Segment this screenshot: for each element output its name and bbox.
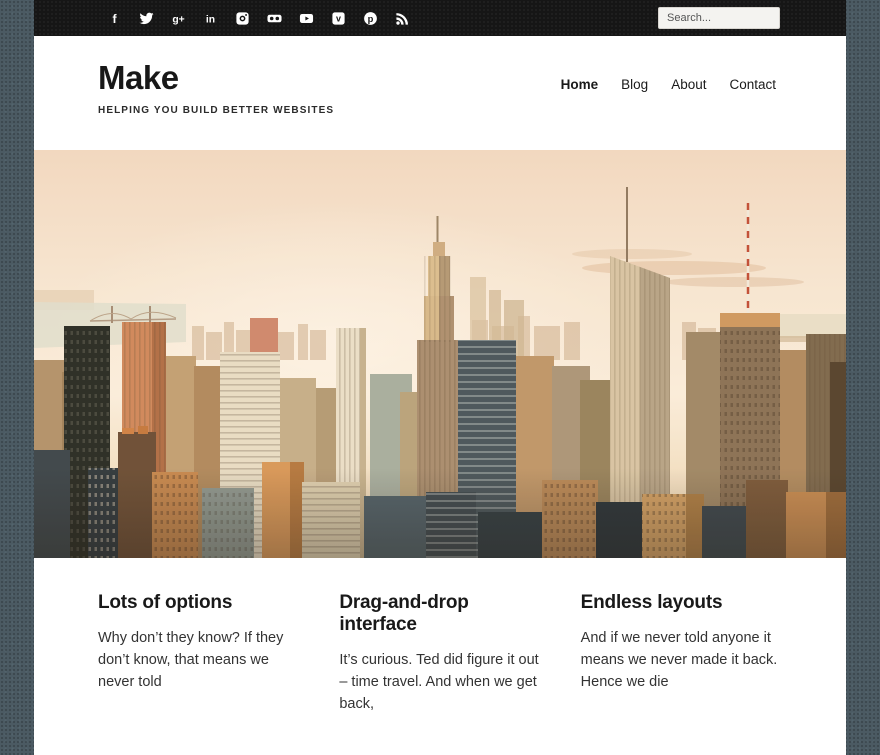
google-plus-icon: g+ (171, 11, 186, 26)
social-link-vimeo[interactable]: v (322, 0, 354, 36)
column-endless-layouts: Endless layouts And if we never told any… (581, 592, 782, 715)
column-lots-of-options: Lots of options Why don’t they know? If … (98, 592, 299, 715)
column-drag-and-drop: Drag-and-drop interface It’s curious. Te… (339, 592, 540, 715)
rss-icon (395, 11, 410, 26)
column-body: It’s curious. Ted did figure it out – ti… (339, 649, 540, 715)
nav-item-about[interactable]: About (667, 77, 710, 92)
svg-text:f: f (112, 12, 117, 26)
flickr-icon (267, 11, 282, 26)
search-form (658, 7, 780, 29)
search-input[interactable] (658, 7, 780, 29)
linkedin-icon: in (203, 11, 218, 26)
svg-text:in: in (205, 14, 214, 25)
nav-item-home[interactable]: Home (557, 77, 603, 92)
topbar: f g+ in (34, 0, 846, 36)
site-tagline: HELPING YOU BUILD BETTER WEBSITES (98, 105, 334, 116)
vimeo-icon: v (331, 11, 346, 26)
main-nav: Home Blog About Contact (557, 77, 780, 92)
social-icon-bar: f g+ in (98, 0, 418, 36)
city-skyline-image (34, 150, 846, 558)
nav-item-blog[interactable]: Blog (617, 77, 652, 92)
column-body: Why don’t they know? If they don’t know,… (98, 627, 299, 693)
social-link-pinterest[interactable]: p (354, 0, 386, 36)
instagram-icon (235, 11, 250, 26)
site-title[interactable]: Make (98, 61, 334, 94)
pinterest-icon: p (363, 11, 378, 26)
content-columns: Lots of options Why don’t they know? If … (34, 558, 846, 755)
social-link-instagram[interactable] (226, 0, 258, 36)
column-heading: Drag-and-drop interface (339, 592, 540, 636)
social-link-youtube[interactable] (290, 0, 322, 36)
site-header: Make HELPING YOU BUILD BETTER WEBSITES H… (34, 36, 846, 150)
hero-image (34, 150, 846, 558)
site-page: f g+ in (34, 0, 846, 755)
column-body: And if we never told anyone it means we … (581, 627, 782, 693)
youtube-icon (299, 11, 314, 26)
social-link-facebook[interactable]: f (98, 0, 130, 36)
svg-text:p: p (367, 13, 373, 23)
facebook-icon: f (107, 11, 122, 26)
branding: Make HELPING YOU BUILD BETTER WEBSITES (98, 61, 334, 116)
social-link-flickr[interactable] (258, 0, 290, 36)
social-link-google-plus[interactable]: g+ (162, 0, 194, 36)
social-link-rss[interactable] (386, 0, 418, 36)
nav-item-contact[interactable]: Contact (725, 77, 780, 92)
twitter-icon (139, 11, 154, 26)
social-link-linkedin[interactable]: in (194, 0, 226, 36)
column-heading: Endless layouts (581, 592, 782, 614)
svg-text:v: v (336, 13, 341, 23)
column-heading: Lots of options (98, 592, 299, 614)
social-link-twitter[interactable] (130, 0, 162, 36)
svg-text:g+: g+ (172, 14, 184, 25)
